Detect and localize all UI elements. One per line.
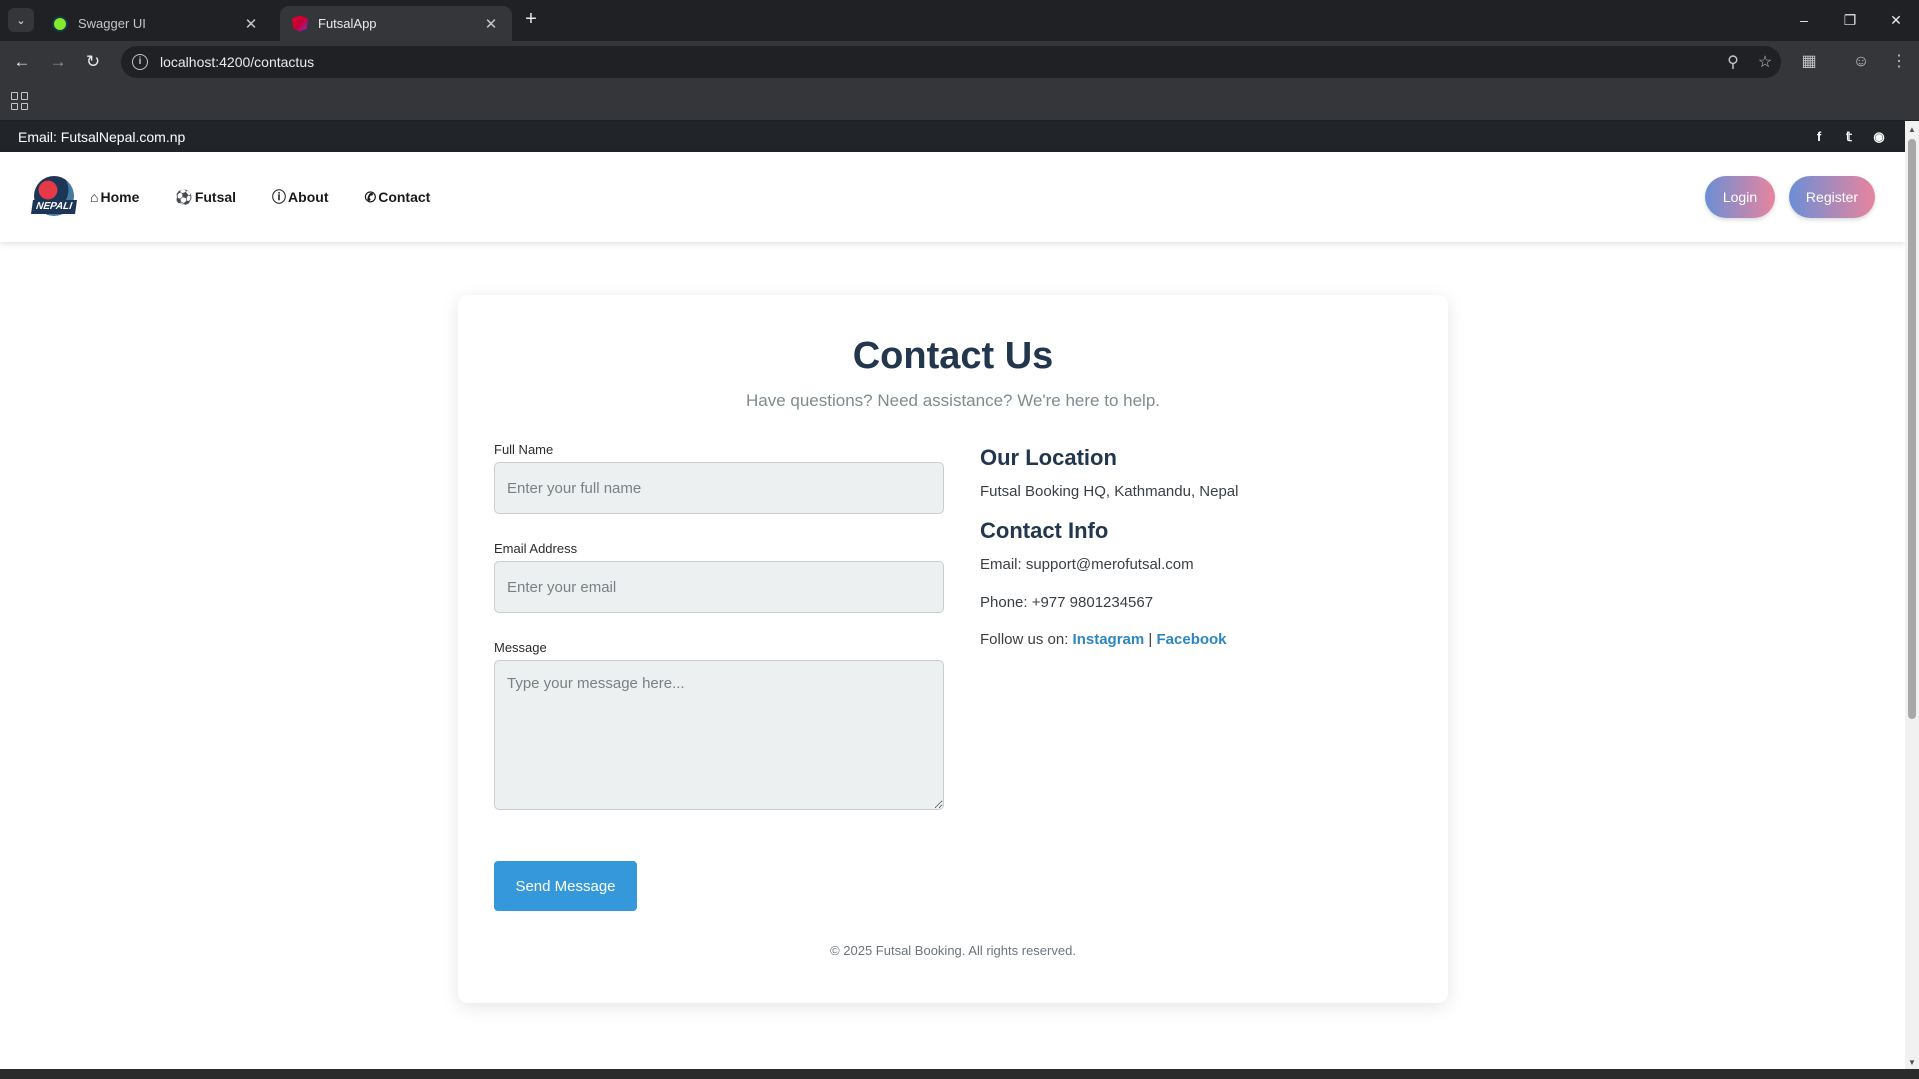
browser-tab-futsalapp[interactable]: FutsalApp ✕ [280, 6, 512, 41]
zoom-magnifier-icon[interactable]: ⚲ [1717, 52, 1749, 72]
nav-link-label: Home [100, 189, 140, 205]
support-phone: Phone: +977 9801234567 [980, 594, 1154, 611]
restore-window-icon[interactable]: ❐ [1827, 6, 1873, 34]
scroll-up-arrow-icon[interactable]: ▲ [1908, 125, 1916, 134]
page-title: Contact Us [852, 335, 1054, 377]
address-bar[interactable]: i localhost:4200/contactus ⚲ ☆ [121, 46, 1781, 78]
nav-link-about[interactable]: ⓘ About [272, 187, 328, 207]
support-email: Email: support@merofutsal.com [980, 556, 1194, 573]
browser-tab-swagger[interactable]: Swagger UI ✕ [40, 6, 272, 41]
home-icon: ⌂ [90, 189, 99, 205]
message-label: Message [494, 640, 547, 655]
tab-title: Swagger UI [78, 16, 146, 31]
tab-search-chevron-icon[interactable]: ⌄ [8, 8, 34, 32]
info-topbar: Email: FutsalNepal.com.np f 𝕥 ◉ [0, 121, 1905, 152]
swagger-favicon-icon [52, 15, 68, 32]
facebook-icon[interactable]: f [1811, 129, 1827, 145]
reload-icon[interactable]: ↻ [79, 48, 107, 76]
profile-avatar-icon[interactable]: ☺ [1847, 48, 1875, 76]
site-navbar: NEPALI ⌂ Home ⚽ Futsal ⓘ About ✆ Contact… [0, 152, 1905, 242]
nav-link-label: About [288, 189, 329, 205]
nav-link-label: Contact [378, 189, 431, 205]
logo-text: NEPALI [31, 200, 77, 214]
browser-toolbar: ← → ↻ i localhost:4200/contactus ⚲ ☆ ▦ ☺… [0, 41, 1919, 81]
extensions-puzzle-icon[interactable]: ▦ [1795, 48, 1823, 76]
message-textarea[interactable] [494, 660, 944, 810]
window-bottom-edge [0, 1069, 1919, 1079]
nav-link-futsal[interactable]: ⚽ Futsal [175, 189, 236, 206]
tab-title: FutsalApp [318, 16, 377, 31]
social-links: f 𝕥 ◉ [1811, 129, 1887, 145]
football-icon: ⚽ [175, 188, 193, 205]
nav-link-home[interactable]: ⌂ Home [90, 189, 139, 205]
new-tab-plus-icon[interactable]: + [520, 9, 542, 31]
apps-grid-icon[interactable] [11, 92, 29, 110]
register-button[interactable]: Register [1789, 176, 1875, 218]
location-address: Futsal Booking HQ, Kathmandu, Nepal [980, 483, 1239, 500]
email-label: Email Address [494, 541, 578, 556]
instagram-icon[interactable]: ◉ [1871, 129, 1887, 145]
back-arrow-icon[interactable]: ← [8, 48, 36, 76]
topbar-email: Email: FutsalNepal.com.np [18, 128, 186, 145]
nav-link-label: Futsal [194, 189, 237, 205]
contact-info-heading: Contact Info [980, 518, 1109, 543]
follow-us-prefix: Follow us on: [980, 631, 1069, 648]
nav-link-contact[interactable]: ✆ Contact [364, 189, 430, 206]
angular-favicon-icon [292, 15, 308, 32]
phone-icon: ✆ [364, 188, 377, 205]
full-name-label: Full Name [494, 442, 554, 457]
copyright-footer: © 2025 Futsal Booking. All rights reserv… [830, 943, 1076, 958]
close-window-icon[interactable]: ✕ [1873, 6, 1919, 34]
email-input[interactable] [494, 561, 944, 613]
scroll-down-arrow-icon[interactable]: ▼ [1908, 1058, 1916, 1067]
follow-us-line: Follow us on: Instagram | Facebook [980, 631, 1227, 648]
close-tab-icon[interactable]: ✕ [482, 15, 500, 33]
url-text[interactable]: localhost:4200/contactus [160, 54, 1717, 70]
info-icon: ⓘ [272, 189, 287, 205]
login-button[interactable]: Login [1705, 176, 1775, 218]
browser-tab-strip: ⌄ Swagger UI ✕ FutsalApp ✕ + – ❐ ✕ [0, 0, 1919, 41]
forward-arrow-icon[interactable]: → [44, 48, 72, 76]
contact-card: Contact Us Have questions? Need assistan… [458, 295, 1448, 1003]
page-viewport: Email: FutsalNepal.com.np f 𝕥 ◉ NEPALI ⌂… [0, 121, 1919, 1069]
location-heading: Our Location [980, 445, 1117, 470]
site-logo[interactable]: NEPALI [30, 172, 78, 222]
full-name-input[interactable] [494, 462, 944, 514]
send-message-button[interactable]: Send Message [494, 861, 637, 911]
minimize-window-icon[interactable]: – [1781, 6, 1827, 34]
twitter-icon[interactable]: 𝕥 [1841, 129, 1857, 145]
scrollbar-thumb[interactable] [1908, 139, 1916, 719]
bookmarks-bar [0, 81, 1919, 121]
facebook-link[interactable]: Facebook [1157, 631, 1227, 648]
site-info-icon[interactable]: i [132, 54, 148, 70]
bookmark-star-icon[interactable]: ☆ [1749, 52, 1781, 72]
link-separator: | [1148, 631, 1153, 648]
instagram-link[interactable]: Instagram [1073, 631, 1145, 648]
close-tab-icon[interactable]: ✕ [242, 15, 260, 33]
page-scrollbar[interactable]: ▲ ▼ [1905, 121, 1919, 1069]
browser-menu-kebab-icon[interactable]: ⋮ [1885, 48, 1913, 76]
page-subtitle: Have questions? Need assistance? We're h… [745, 391, 1160, 410]
